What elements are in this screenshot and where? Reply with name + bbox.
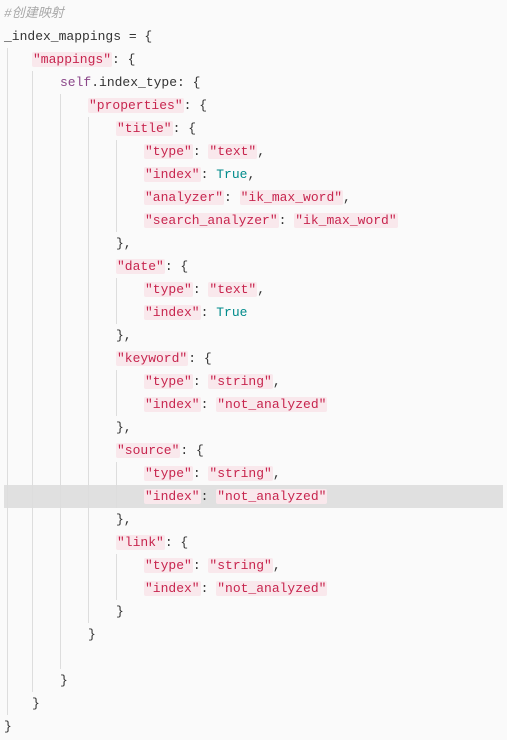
self-keyword: self [60,75,91,90]
close-brace: } [4,719,12,734]
code-line: "index": "not_analyzed" [4,485,503,508]
code-snippet: #创建映射 _index_mappings = { "mappings": { … [0,0,507,740]
value: "string" [208,558,272,573]
value: "text" [208,282,257,297]
code-line: self.index_type: { [4,71,503,94]
key: "index" [144,397,201,412]
comment-text: #创建映射 [4,6,64,21]
code-line: "type": "text", [4,140,503,163]
value: "ik_max_word" [294,213,397,228]
close-brace: }, [116,236,132,251]
value: "not_analyzed" [216,581,327,596]
key: "index" [144,581,201,596]
key: "index" [144,489,201,504]
value: "not_analyzed" [216,489,327,504]
value: "text" [208,144,257,159]
field-keyword: "keyword" [116,351,188,366]
code-line: "index": "not_analyzed" [4,577,503,600]
value: True [216,305,247,320]
code-line: "index": True [4,301,503,324]
key: "type" [144,374,193,389]
code-line: "properties": { [4,94,503,117]
key: "analyzer" [144,190,224,205]
key: "type" [144,558,193,573]
index-type: .index_type: [91,75,185,90]
value: "not_analyzed" [216,397,327,412]
code-line: "index": True, [4,163,503,186]
code-line: }, [4,232,503,255]
code-line: "index": "not_analyzed" [4,393,503,416]
code-line: _index_mappings = { [4,25,503,48]
colon-brace: : { [112,52,135,67]
code-line: "type": "text", [4,278,503,301]
code-line: "type": "string", [4,554,503,577]
code-line: } [4,623,503,646]
key: "index" [144,167,201,182]
value: "string" [208,374,272,389]
code-line: } [4,669,503,692]
code-line: #创建映射 [4,2,503,25]
code-line: "keyword": { [4,347,503,370]
close-brace: } [32,696,40,711]
variable-name: _index_mappings [4,29,121,44]
key: "type" [144,466,193,481]
code-line [4,646,503,669]
code-line: "title": { [4,117,503,140]
mappings-key: "mappings" [32,52,112,67]
field-link: "link" [116,535,165,550]
code-line: }, [4,508,503,531]
code-line: } [4,600,503,623]
code-line: "analyzer": "ik_max_word", [4,186,503,209]
code-line: "type": "string", [4,370,503,393]
value: "string" [208,466,272,481]
field-source: "source" [116,443,180,458]
code-line: }, [4,324,503,347]
close-brace: }, [116,512,132,527]
key: "type" [144,144,193,159]
close-brace: } [60,673,68,688]
value: True [216,167,247,182]
code-line: } [4,715,503,738]
code-line: "date": { [4,255,503,278]
code-line: "source": { [4,439,503,462]
close-brace: }, [116,420,132,435]
equals-brace: = { [121,29,152,44]
field-date: "date" [116,259,165,274]
value: "ik_max_word" [240,190,343,205]
field-title: "title" [116,121,173,136]
properties-key: "properties" [88,98,184,113]
key: "search_analyzer" [144,213,279,228]
code-line: "type": "string", [4,462,503,485]
key: "index" [144,305,201,320]
code-line: "link": { [4,531,503,554]
code-line: "search_analyzer": "ik_max_word" [4,209,503,232]
code-line: "mappings": { [4,48,503,71]
close-brace: } [88,627,96,642]
code-line: }, [4,416,503,439]
code-line: } [4,692,503,715]
close-brace: }, [116,328,132,343]
key: "type" [144,282,193,297]
close-brace: } [116,604,124,619]
